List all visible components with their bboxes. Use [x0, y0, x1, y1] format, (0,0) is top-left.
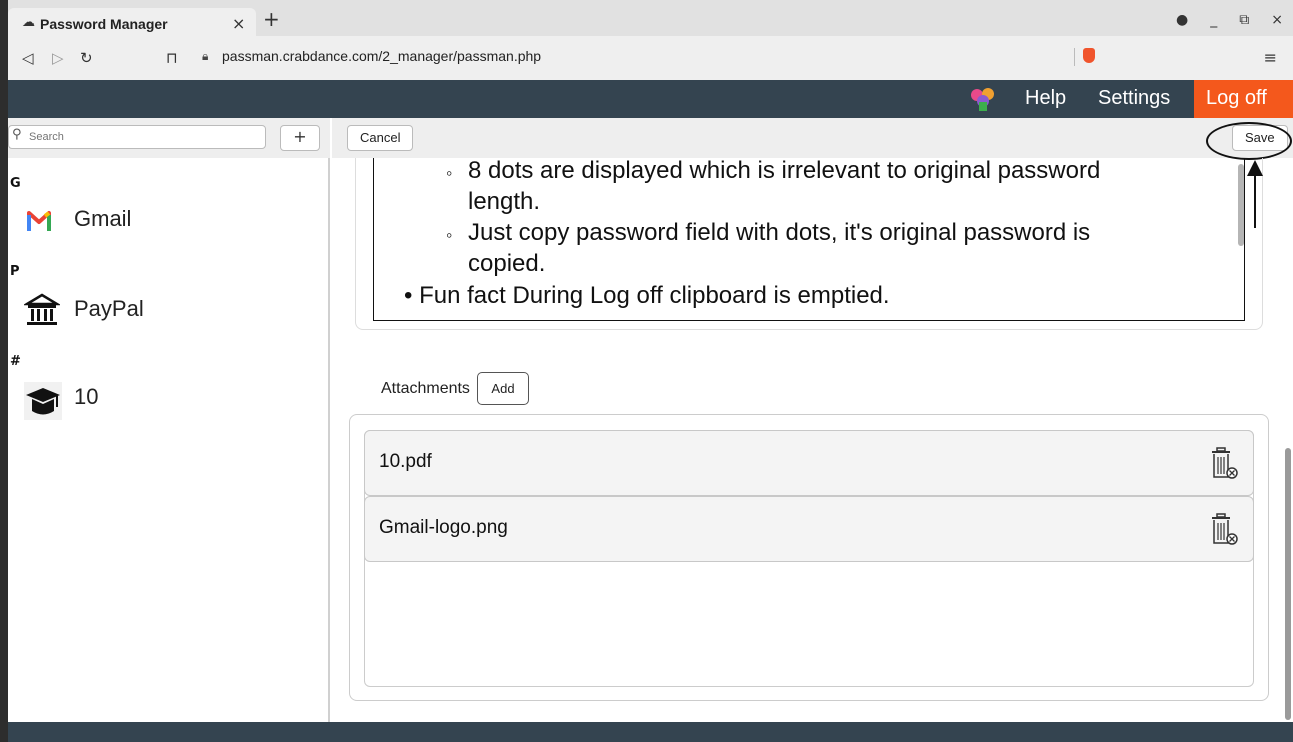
address-bar: ◁ ▷ ↻ ⊓ 🔒︎ passman.crabdance.com/2_manag… — [8, 36, 1293, 80]
lock-icon: 🔒︎ — [202, 49, 209, 63]
window-controls: ● _ ⧉ × — [1176, 12, 1283, 28]
notes-scrollbar[interactable] — [1238, 164, 1244, 246]
restore-button[interactable]: ⧉ — [1239, 12, 1249, 28]
add-entry-button[interactable]: + — [280, 125, 320, 151]
brave-shield-icon[interactable] — [1074, 48, 1095, 66]
search-icon: ⚲ — [12, 127, 22, 142]
annotation-ellipse — [1206, 122, 1292, 160]
entry-label: 10 — [74, 384, 99, 409]
entry-10[interactable]: 10 — [8, 378, 308, 422]
logoff-button[interactable]: Log off — [1194, 80, 1293, 118]
notes-line: length. — [468, 188, 541, 215]
notes-editor[interactable]: ◦ 8 dots are displayed which is irreleva… — [373, 158, 1245, 321]
logoff-label: Log off — [1206, 87, 1267, 109]
app-footer — [8, 722, 1293, 742]
add-attachment-button[interactable]: Add — [477, 372, 529, 405]
new-tab-button[interactable]: + — [263, 9, 280, 29]
notes-main-item: • Fun fact During Log off clipboard is e… — [404, 280, 890, 311]
help-link[interactable]: Help — [1025, 87, 1066, 110]
notes-line: copied. — [468, 250, 546, 277]
delete-attachment-icon[interactable] — [1209, 447, 1239, 481]
notes-line: Fun fact During Log off clipboard is emp… — [419, 282, 890, 309]
browser-window: ☁ Password Manager × + ● _ ⧉ × ◁ ▷ ↻ ⊓ 🔒… — [8, 0, 1293, 742]
back-icon[interactable]: ◁ — [22, 49, 34, 67]
entry-label: Gmail — [74, 206, 132, 231]
sub-bullet: ◦ — [446, 225, 453, 245]
cancel-button[interactable]: Cancel — [347, 125, 414, 151]
notes-line: 8 dots are displayed which is irrelevant… — [468, 158, 1101, 184]
attachment-name: Gmail-logo.png — [379, 517, 508, 538]
cloud-icon: ☁ — [22, 15, 35, 30]
close-window-button[interactable]: × — [1271, 12, 1283, 28]
url-field[interactable]: passman.crabdance.com/2_manager/passman.… — [222, 48, 541, 64]
attachments-label: Attachments — [381, 380, 470, 397]
reload-icon[interactable]: ↻ — [80, 49, 93, 67]
attachment-name: 10.pdf — [379, 451, 432, 472]
sidebar-toolbar: ⚲ + — [8, 118, 330, 158]
graduation-cap-icon — [24, 382, 62, 420]
group-letter: G — [10, 176, 21, 191]
page-scrollbar[interactable] — [1285, 448, 1291, 720]
tab-close-button[interactable]: × — [232, 14, 245, 33]
entry-label: PayPal — [74, 296, 144, 321]
tab-title: Password Manager — [40, 16, 168, 32]
minimize-button[interactable]: _ — [1210, 12, 1217, 28]
attachment-row[interactable]: 10.pdf — [364, 430, 1254, 496]
main-bullet: • — [404, 282, 413, 309]
app-logo-icon — [971, 88, 994, 111]
notes-line: Just copy password field with dots, it's… — [468, 219, 1091, 246]
group-letter: P — [10, 264, 20, 279]
group-letter: # — [10, 354, 21, 369]
annotation-arrow-head — [1247, 160, 1263, 176]
bank-icon — [24, 293, 60, 325]
browser-menu-button[interactable]: ≡ — [1264, 48, 1277, 67]
entries-sidebar: ⚲ + G Gmail P PayPal — [8, 118, 330, 722]
settings-link[interactable]: Settings — [1098, 87, 1170, 110]
editor-toolbar: Cancel Save — [332, 118, 1293, 158]
app-header: Help Settings Log off — [8, 80, 1293, 118]
bookmark-icon[interactable]: ⊓ — [166, 49, 178, 67]
delete-attachment-icon[interactable] — [1209, 513, 1239, 547]
attachment-row[interactable]: Gmail-logo.png — [364, 496, 1254, 562]
sub-bullet: ◦ — [446, 163, 453, 183]
entry-paypal[interactable]: PayPal — [8, 290, 308, 334]
entry-gmail[interactable]: Gmail — [8, 200, 308, 244]
gmail-icon — [27, 211, 51, 231]
forward-icon[interactable]: ▷ — [52, 49, 64, 67]
record-icon[interactable]: ● — [1176, 12, 1188, 28]
search-input[interactable] — [8, 125, 266, 149]
